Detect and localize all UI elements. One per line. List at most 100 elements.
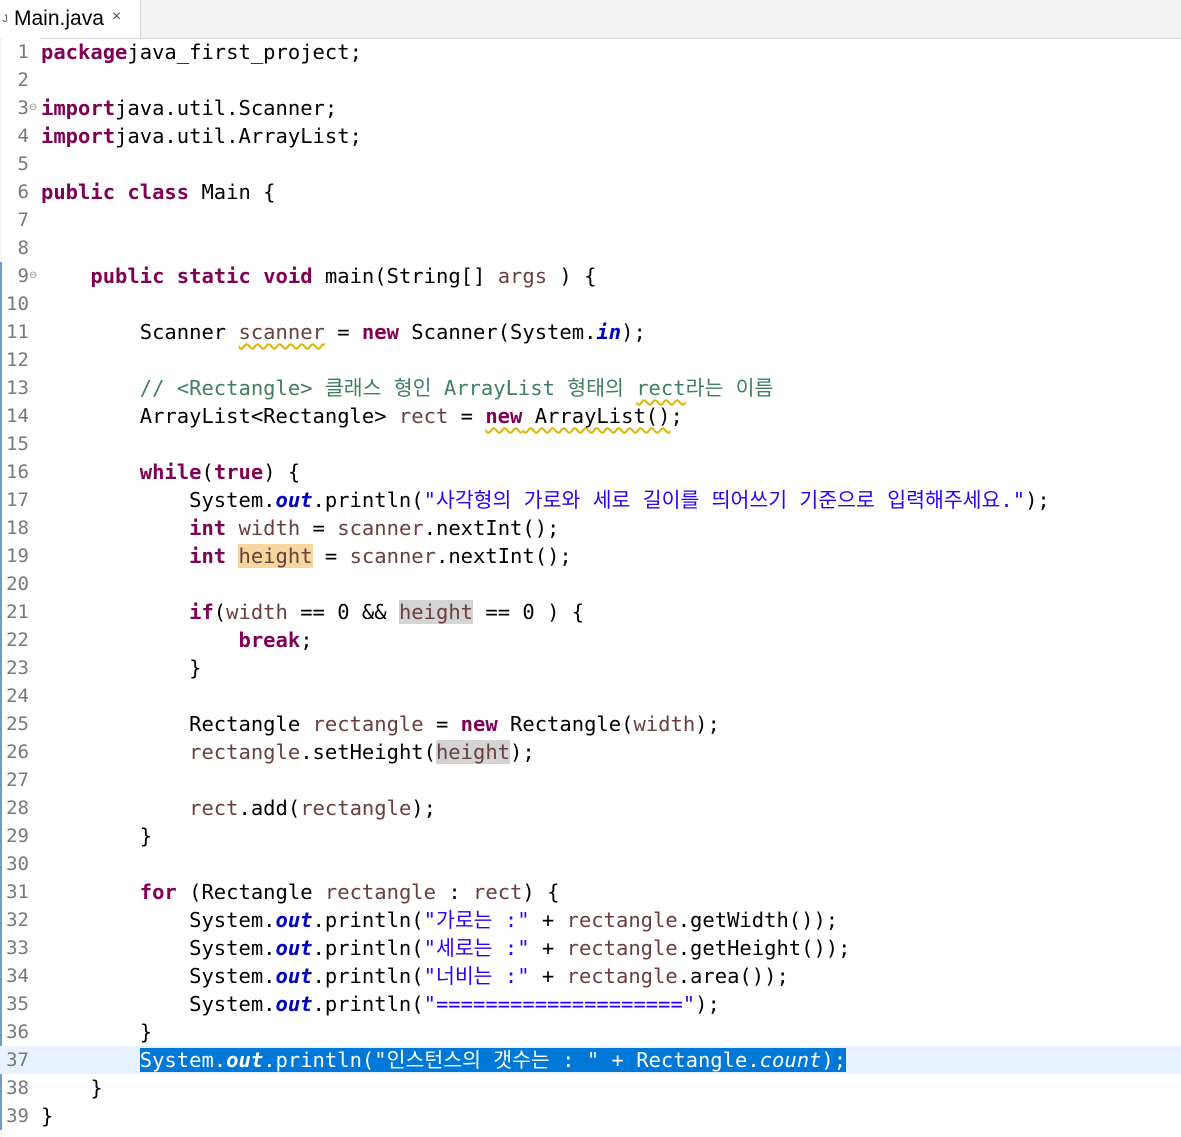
code-token: void — [263, 264, 313, 288]
code-line[interactable]: 18 int width = scanner.nextInt(); — [0, 514, 1181, 542]
code-token: import — [41, 96, 116, 120]
code-line[interactable]: 32 System.out.println("가로는 :" + rectangl… — [0, 906, 1181, 934]
code-token: } — [41, 1104, 54, 1128]
line-number: 25 — [6, 713, 29, 735]
code-token: System. — [139, 1048, 227, 1072]
code-text: ArrayList<Rectangle> rect = new ArrayLis… — [41, 402, 683, 430]
code-token: Scanner — [41, 320, 239, 344]
code-token: int — [189, 516, 227, 540]
code-line[interactable]: 15 — [0, 430, 1181, 458]
code-token: == 0 && — [287, 600, 399, 624]
code-token: == 0 ) { — [473, 600, 585, 624]
code-line[interactable]: 37 System.out.println("인스턴스의 갯수는 : " + R… — [0, 1046, 1181, 1074]
line-number: 12 — [6, 349, 29, 371]
line-number: 39 — [6, 1105, 29, 1127]
code-line[interactable]: 8 — [0, 234, 1181, 262]
code-line[interactable]: 33 System.out.println("세로는 :" + rectangl… — [0, 934, 1181, 962]
code-line[interactable]: 23 } — [0, 654, 1181, 682]
code-line[interactable]: 5 — [0, 150, 1181, 178]
code-line[interactable]: 26 rectangle.setHeight(height); — [0, 738, 1181, 766]
code-line[interactable]: 36 } — [0, 1018, 1181, 1046]
code-text: rectangle.setHeight(height); — [41, 738, 535, 766]
code-line[interactable]: 25 Rectangle rectangle = new Rectangle(w… — [0, 710, 1181, 738]
code-line[interactable]: 6 public class Main { — [0, 178, 1181, 206]
code-token: Main { — [189, 180, 276, 204]
code-token: System. — [41, 964, 276, 988]
code-token: } — [41, 824, 153, 848]
fold-toggle-icon[interactable]: ⊖ — [29, 103, 37, 113]
line-number: 22 — [6, 629, 29, 651]
code-line[interactable]: 27 — [0, 766, 1181, 794]
code-line[interactable]: 28 rect.add(rectangle); — [0, 794, 1181, 822]
code-line[interactable]: 2 — [0, 66, 1181, 94]
line-number: 38 — [6, 1077, 29, 1099]
code-line[interactable]: 20 — [0, 570, 1181, 598]
code-line[interactable]: 29 } — [0, 822, 1181, 850]
code-line[interactable]: 1 packagejava_first_project; — [0, 38, 1181, 66]
code-token: "사각형의 가로와 세로 길이를 띄어쓰기 기준으로 입력해주세요." — [423, 488, 1026, 512]
code-line[interactable]: 10 — [0, 290, 1181, 318]
code-token: } — [41, 1020, 153, 1044]
line-number: 3 — [17, 97, 29, 119]
code-line[interactable]: 38 } — [0, 1074, 1181, 1102]
code-line[interactable]: 39} — [0, 1102, 1181, 1130]
code-token: (Rectangle — [176, 880, 325, 904]
code-token: ); — [510, 740, 535, 764]
code-token: } — [41, 656, 202, 680]
code-line[interactable]: 12 — [0, 346, 1181, 374]
code-line[interactable]: 24 — [0, 682, 1181, 710]
code-token: + Rectangle. — [599, 1048, 760, 1072]
close-icon[interactable]: × — [112, 8, 121, 26]
code-line[interactable]: 7 — [0, 206, 1181, 234]
code-text: } — [41, 1018, 152, 1046]
code-line[interactable]: 9 ⊖ public static void main(String[] args… — [0, 262, 1181, 290]
code-token: .getHeight()); — [677, 936, 851, 960]
code-line[interactable]: 4 importjava.util.ArrayList; — [0, 122, 1181, 150]
code-token: ) { — [263, 460, 301, 484]
code-line[interactable]: 35 System.out.println("=================… — [0, 990, 1181, 1018]
code-line[interactable]: 13 // <Rectangle> 클래스 형인 ArrayList 형태의 r… — [0, 374, 1181, 402]
code-token: .nextInt(); — [435, 544, 572, 568]
line-number: 19 — [6, 545, 29, 567]
code-line[interactable]: 16 while(true) { — [0, 458, 1181, 486]
code-token: + — [529, 908, 567, 932]
fold-toggle-icon[interactable]: ⊖ — [29, 271, 37, 281]
code-token: "가로는 :" — [423, 908, 530, 932]
line-number: 30 — [6, 853, 29, 875]
code-text: break; — [41, 626, 312, 654]
code-token: while — [139, 460, 202, 484]
code-editor[interactable]: 1 packagejava_first_project; 2 3 ⊖ importjava… — [0, 38, 1181, 1137]
code-line[interactable]: 19 int height = scanner.nextInt(); — [0, 542, 1181, 570]
code-line[interactable]: 21 if(width == 0 && height == 0 ) { — [0, 598, 1181, 626]
code-token: break — [238, 628, 301, 652]
code-token: rect — [473, 880, 523, 904]
code-line[interactable]: 14 ArrayList<Rectangle> rect = new Array… — [0, 402, 1181, 430]
code-token: .println( — [312, 936, 424, 960]
code-line[interactable]: 34 System.out.println("너비는 :" + rectangl… — [0, 962, 1181, 990]
code-line[interactable]: 11 Scanner scanner = new Scanner(System.… — [0, 318, 1181, 346]
code-line[interactable]: 31 for (Rectangle rectangle : rect) { — [0, 878, 1181, 906]
tab-main-java[interactable]: J Main.java × — [0, 0, 141, 38]
code-line[interactable]: 30 — [0, 850, 1181, 878]
code-text: System.out.println("사각형의 가로와 세로 길이를 띄어쓰기… — [41, 486, 1050, 514]
line-number: 21 — [6, 601, 29, 623]
code-token: .println( — [263, 1048, 375, 1072]
code-token: rect — [636, 376, 686, 400]
code-token: if — [189, 600, 214, 624]
code-line[interactable]: 17 System.out.println("사각형의 가로와 세로 길이를 띄… — [0, 486, 1181, 514]
java-file-icon: J — [2, 13, 8, 25]
code-token: public — [90, 264, 165, 288]
code-token: new — [460, 712, 498, 736]
code-token: in — [596, 320, 622, 344]
code-token: java_first_project; — [127, 40, 362, 64]
code-token: scanner — [238, 320, 325, 344]
code-token: // <Rectangle> 클래스 형인 ArrayList 형태의 — [139, 376, 637, 400]
line-number: 33 — [6, 937, 29, 959]
code-text: // <Rectangle> 클래스 형인 ArrayList 형태의 rect… — [41, 374, 774, 402]
code-token: out — [275, 936, 313, 960]
code-line[interactable]: 22 break; — [0, 626, 1181, 654]
code-line[interactable]: 3 ⊖ importjava.util.Scanner; — [0, 94, 1181, 122]
